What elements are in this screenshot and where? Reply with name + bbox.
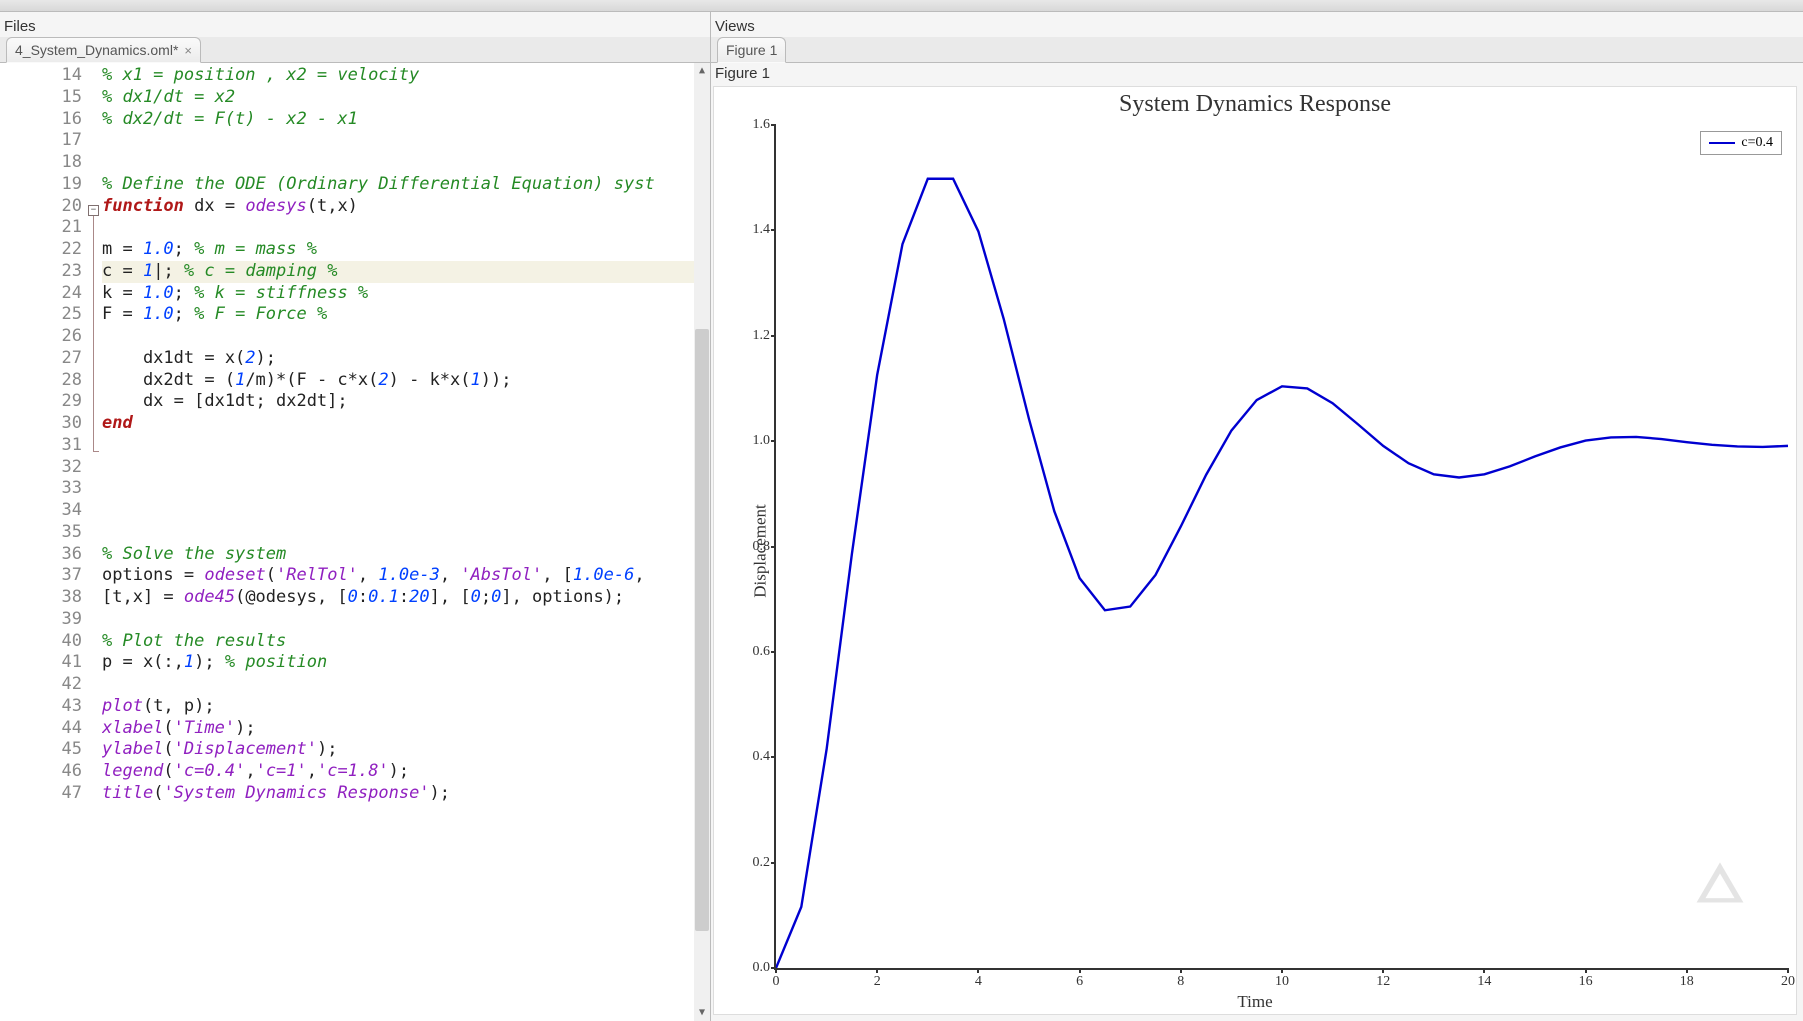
y-tick-label: 0.6 xyxy=(753,644,771,660)
y-tick-label: 1.2 xyxy=(753,328,771,344)
x-tick-label: 2 xyxy=(874,974,881,990)
main-split: Files 4_System_Dynamics.oml* × 141516171… xyxy=(0,12,1803,1021)
y-tick-label: 0.2 xyxy=(753,855,771,871)
y-tick-label: 0.8 xyxy=(753,539,771,555)
vertical-scrollbar[interactable]: ▲ ▼ xyxy=(694,63,710,1021)
x-tick-label: 10 xyxy=(1275,974,1289,990)
plot-region: c=0.4 0.00.20.40.60.81.01.21.41.60246810… xyxy=(774,125,1788,970)
fold-guide xyxy=(93,216,94,451)
views-panel: Views Figure 1 Figure 1 System Dynamics … xyxy=(711,12,1803,1021)
code-editor[interactable]: 1415161718192021222324252627282930313233… xyxy=(0,63,710,1021)
x-tick-label: 18 xyxy=(1680,974,1694,990)
y-tick-label: 0.0 xyxy=(753,960,771,976)
code-content[interactable]: % x1 = position , x2 = velocity% dx1/dt … xyxy=(102,63,694,1021)
toolbar-strip xyxy=(0,0,1803,12)
x-tick-label: 14 xyxy=(1477,974,1491,990)
y-tick-label: 1.0 xyxy=(753,433,771,449)
fold-column: − xyxy=(88,63,102,1021)
editor-tab-label: 4_System_Dynamics.oml* xyxy=(15,42,178,58)
x-tick-label: 0 xyxy=(773,974,780,990)
editor-tab-bar: 4_System_Dynamics.oml* × xyxy=(0,37,710,63)
x-tick-label: 12 xyxy=(1376,974,1390,990)
x-tick-label: 20 xyxy=(1781,974,1795,990)
files-panel: Files 4_System_Dynamics.oml* × 141516171… xyxy=(0,12,711,1021)
close-icon[interactable]: × xyxy=(184,43,192,58)
fold-guide-end xyxy=(93,451,99,452)
figure-tab-label: Figure 1 xyxy=(726,42,777,58)
fold-toggle-icon[interactable]: − xyxy=(88,205,99,216)
y-tick-label: 1.4 xyxy=(753,222,771,238)
x-tick-label: 6 xyxy=(1076,974,1083,990)
figure-sublabel: Figure 1 xyxy=(711,63,1803,84)
legend: c=0.4 xyxy=(1700,131,1782,155)
files-header: Files xyxy=(0,12,710,37)
y-tick-label: 1.6 xyxy=(753,117,771,133)
scroll-track[interactable] xyxy=(694,79,710,1005)
watermark-icon xyxy=(1692,859,1748,912)
line-gutter: 1415161718192021222324252627282930313233… xyxy=(0,63,88,1021)
scroll-down-icon[interactable]: ▼ xyxy=(694,1005,710,1021)
figure-tab[interactable]: Figure 1 xyxy=(717,37,786,63)
x-axis-label: Time xyxy=(714,992,1796,1012)
x-tick-label: 16 xyxy=(1579,974,1593,990)
chart-area: System Dynamics Response Displacement Ti… xyxy=(713,86,1797,1015)
plot-svg xyxy=(776,125,1788,968)
x-tick-label: 8 xyxy=(1177,974,1184,990)
scroll-up-icon[interactable]: ▲ xyxy=(694,63,710,79)
scroll-thumb[interactable] xyxy=(695,329,709,931)
legend-label: c=0.4 xyxy=(1741,135,1773,151)
chart-title: System Dynamics Response xyxy=(714,91,1796,118)
legend-swatch xyxy=(1709,142,1735,144)
x-tick-label: 4 xyxy=(975,974,982,990)
y-tick-label: 0.4 xyxy=(753,749,771,765)
editor-tab[interactable]: 4_System_Dynamics.oml* × xyxy=(6,37,201,63)
views-header: Views xyxy=(711,12,1803,37)
figure-tab-bar: Figure 1 xyxy=(711,37,1803,63)
